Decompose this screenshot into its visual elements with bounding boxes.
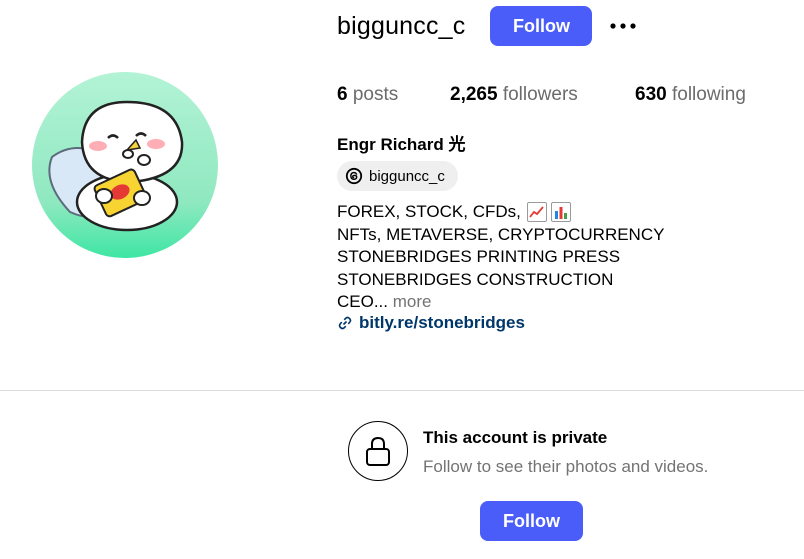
- sticker-avatar-icon: [32, 72, 218, 258]
- profile-stats: 6 posts 2,265 followers 630 following: [337, 83, 746, 107]
- threads-handle: bigguncc_c: [369, 167, 445, 185]
- bio-line-text: FOREX, STOCK, CFDs,: [337, 202, 521, 221]
- link-icon: [338, 316, 352, 330]
- bio-line: NFTs, METAVERSE, CRYPTOCURRENCY: [337, 224, 665, 244]
- posts-label: posts: [352, 84, 399, 105]
- lock-icon-circle: [348, 421, 408, 481]
- private-account-subtitle: Follow to see their photos and videos.: [423, 457, 709, 476]
- stat-followers[interactable]: 2,265 followers: [450, 84, 635, 106]
- profile-avatar[interactable]: [32, 72, 218, 258]
- bar-chart-icon: [550, 202, 571, 223]
- following-count: 630: [635, 84, 667, 105]
- posts-count: 6: [337, 84, 348, 105]
- follow-button[interactable]: Follow: [490, 6, 593, 46]
- bio-text: FOREX, STOCK, CFDs, NFTs, METAVERSE, CRY…: [337, 201, 664, 314]
- profile-page: bigguncc_c Follow 6 posts 2,265 follower…: [0, 0, 804, 559]
- followers-count: 2,265: [450, 84, 498, 105]
- stat-posts: 6 posts: [337, 84, 450, 106]
- profile-header: bigguncc_c Follow: [337, 6, 638, 46]
- bio-more-link[interactable]: more: [393, 291, 432, 314]
- follow-button-bottom[interactable]: Follow: [480, 501, 583, 541]
- full-name: Engr Richard 光: [337, 135, 466, 154]
- private-account-title: This account is private: [423, 428, 608, 447]
- bio-line: FOREX, STOCK, CFDs,: [337, 201, 664, 224]
- section-divider: [0, 390, 804, 391]
- external-link[interactable]: bitly.re/stonebridges: [337, 313, 525, 333]
- bio-line: STONEBRIDGES CONSTRUCTION: [337, 269, 614, 289]
- bio-line: STONEBRIDGES PRINTING PRESS: [337, 247, 621, 267]
- lock-icon: [366, 436, 390, 466]
- followers-label: followers: [502, 84, 578, 105]
- bio-line-text: CEO...: [337, 292, 389, 312]
- following-label: following: [671, 84, 746, 105]
- more-options-icon[interactable]: [608, 11, 638, 41]
- bio-line: CEO... more: [337, 291, 664, 314]
- threads-icon: [345, 167, 363, 185]
- stat-following[interactable]: 630 following: [635, 84, 746, 106]
- external-link-text: bitly.re/stonebridges: [359, 313, 525, 332]
- chart-increasing-icon: [526, 202, 547, 223]
- username[interactable]: bigguncc_c: [337, 12, 465, 41]
- threads-badge[interactable]: bigguncc_c: [337, 161, 458, 191]
